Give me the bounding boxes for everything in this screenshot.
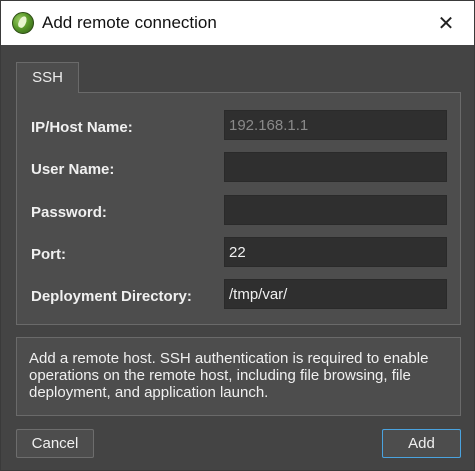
port-input[interactable] xyxy=(224,237,447,267)
tab-ssh[interactable]: SSH xyxy=(16,62,79,93)
password-input[interactable] xyxy=(224,195,447,225)
window-title: Add remote connection xyxy=(42,13,217,32)
cancel-button[interactable]: Cancel xyxy=(16,429,94,458)
info-text: Add a remote host. SSH authentication is… xyxy=(29,350,429,401)
close-icon[interactable]: ✕ xyxy=(431,9,461,37)
user-label: User Name: xyxy=(31,161,115,178)
title-bar[interactable]: Add remote connection ✕ xyxy=(1,1,474,45)
add-remote-connection-dialog: Add remote connection ✕ SSH IP/Host Name… xyxy=(0,0,475,471)
password-label: Password: xyxy=(31,204,107,221)
add-button[interactable]: Add xyxy=(382,429,461,458)
ssh-tab-panel: IP/Host Name: User Name: Password: Port:… xyxy=(16,92,461,325)
deployment-directory-label: Deployment Directory: xyxy=(31,288,192,305)
user-name-input[interactable] xyxy=(224,152,447,182)
host-input[interactable] xyxy=(224,110,447,140)
app-logo-icon xyxy=(12,12,34,34)
info-description: Add a remote host. SSH authentication is… xyxy=(16,337,461,416)
host-label: IP/Host Name: xyxy=(31,119,133,136)
deployment-directory-input[interactable] xyxy=(224,279,447,309)
port-label: Port: xyxy=(31,246,66,263)
